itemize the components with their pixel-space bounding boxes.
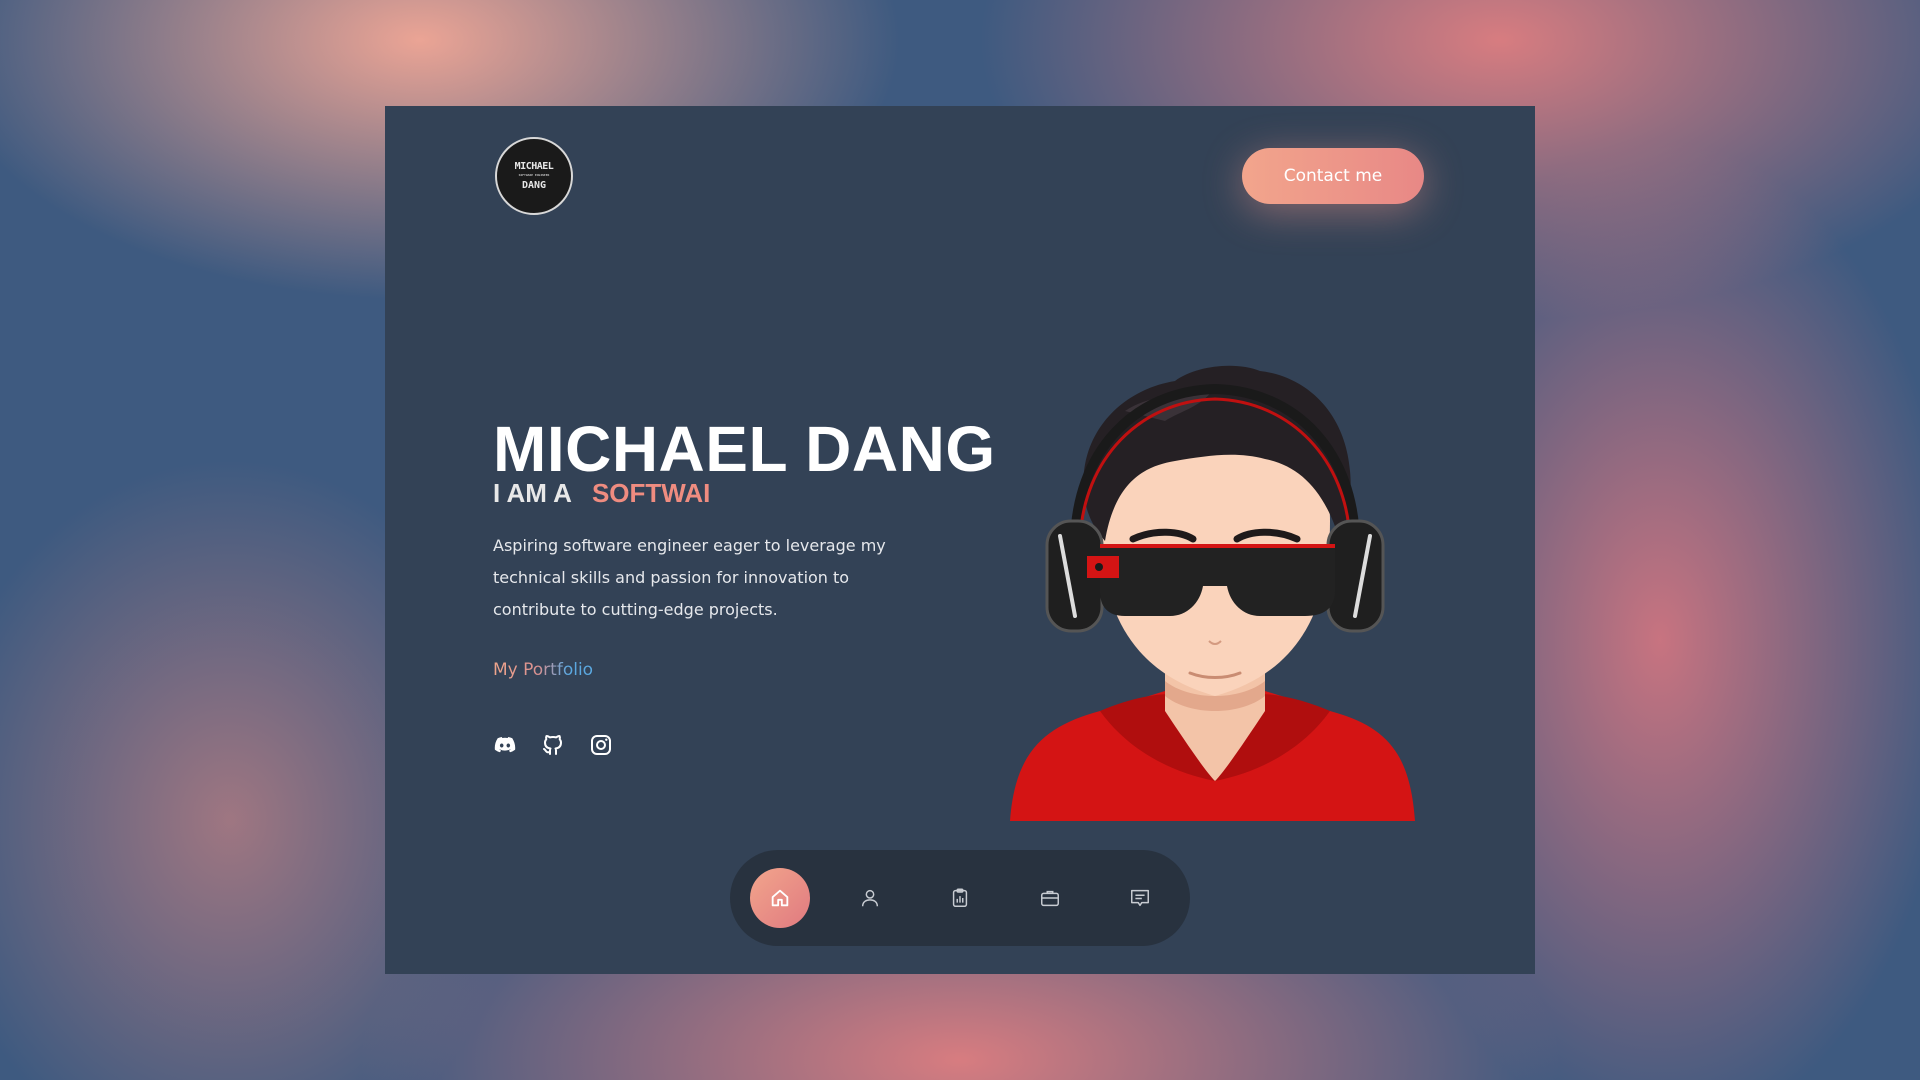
my-portfolio-link[interactable]: My Portfolio: [493, 660, 593, 680]
portfolio-window: MICHAEL SOFTWARE ENGINEER DANG Contact m…: [385, 106, 1535, 974]
contact-me-button[interactable]: Contact me: [1242, 148, 1424, 204]
logo[interactable]: MICHAEL SOFTWARE ENGINEER DANG: [495, 137, 573, 215]
briefcase-icon: [1041, 890, 1059, 907]
nav-item-portfolio[interactable]: [1020, 868, 1080, 928]
discord-icon[interactable]: [493, 733, 517, 757]
logo-line2: SOFTWARE ENGINEER: [518, 173, 550, 178]
role-prefix: I AM A: [493, 478, 572, 508]
hero-name: MICHAEL DANG: [493, 413, 996, 485]
message-icon: [1131, 889, 1149, 907]
home-icon: [771, 889, 789, 907]
logo-line3: DANG: [521, 179, 547, 191]
nav-item-home[interactable]: [750, 868, 810, 928]
bottom-nav: [730, 850, 1190, 946]
role-line: I AM A SOFTWAI: [493, 478, 710, 509]
nav-item-contact[interactable]: [1110, 868, 1170, 928]
github-icon[interactable]: [541, 733, 565, 757]
role-typed-text: SOFTWAI: [591, 478, 711, 508]
logo-line1: MICHAEL: [514, 161, 554, 173]
bio-text: Aspiring software engineer eager to leve…: [493, 536, 886, 619]
instagram-icon[interactable]: [589, 733, 613, 757]
clipboard-chart-icon: [952, 888, 968, 907]
nav-item-about[interactable]: [840, 868, 900, 928]
nav-item-skills[interactable]: [930, 868, 990, 928]
avatar-illustration: [1010, 365, 1415, 821]
social-links: [493, 733, 613, 757]
user-icon: [861, 889, 879, 907]
